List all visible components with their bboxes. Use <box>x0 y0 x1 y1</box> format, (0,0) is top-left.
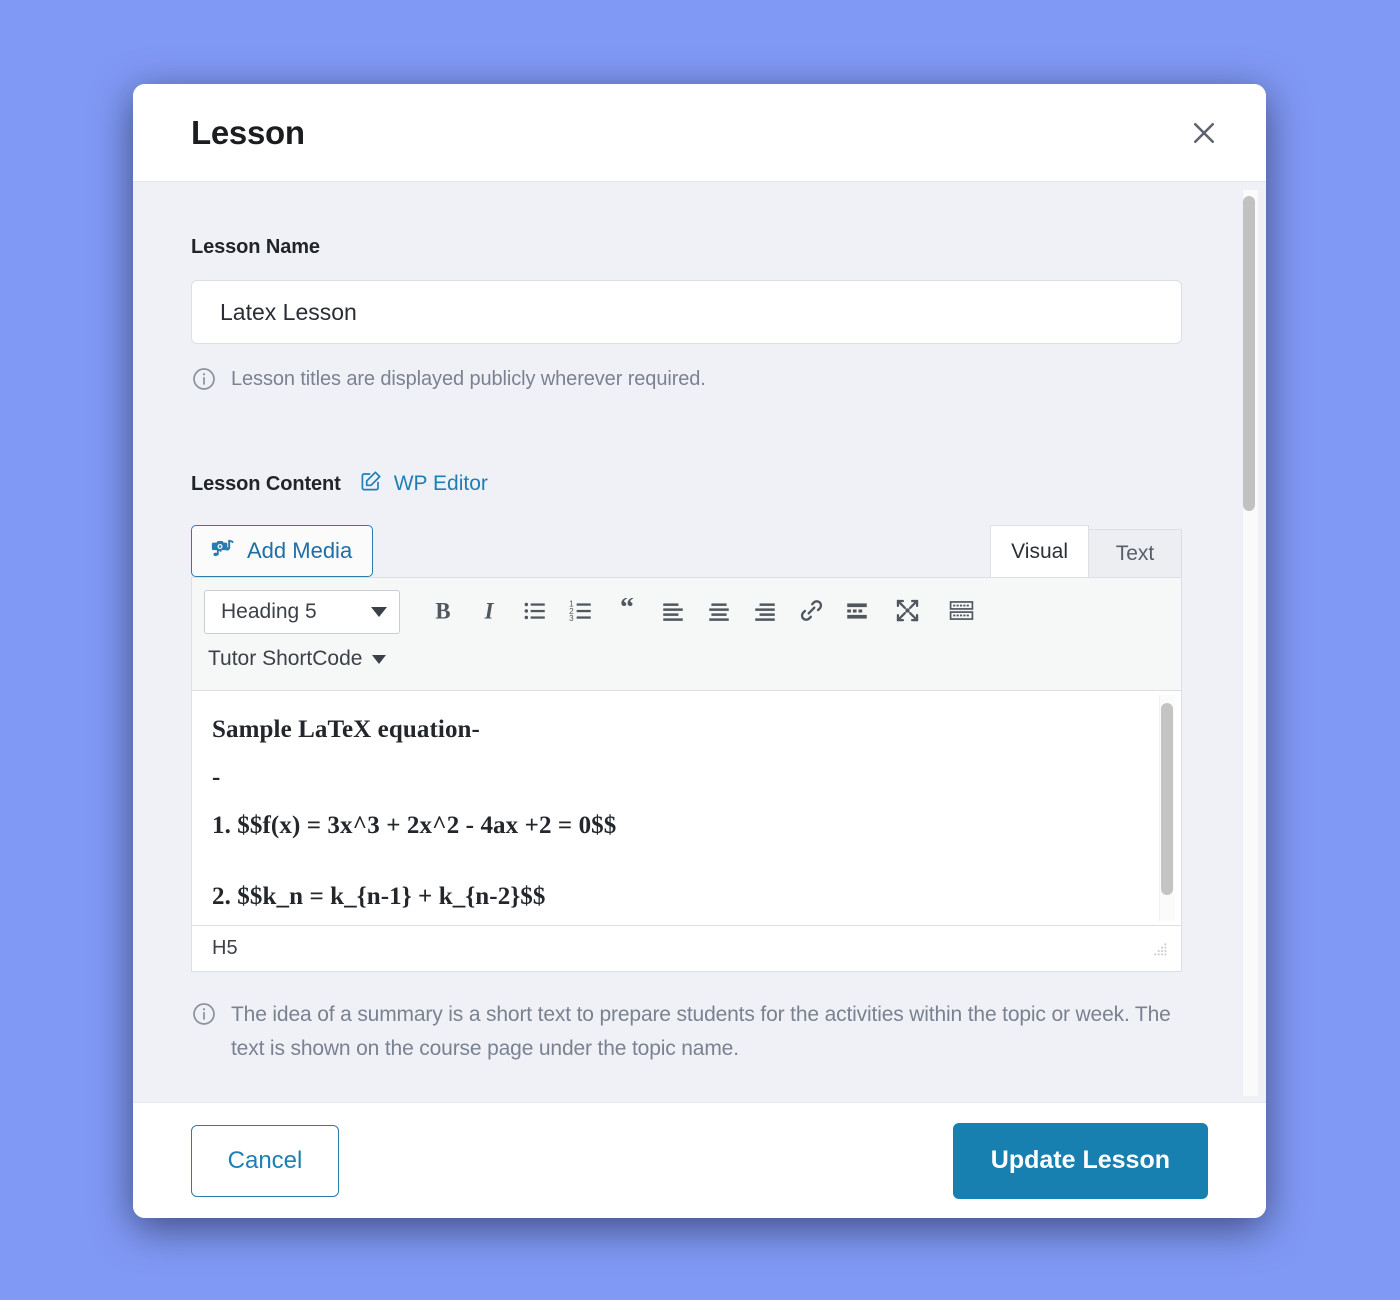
info-circle-icon <box>191 366 217 397</box>
numbered-list-icon: 1 2 3 <box>568 598 594 627</box>
close-icon <box>1189 118 1219 148</box>
numbered-list-button[interactable]: 1 2 3 <box>558 590 604 634</box>
tutor-shortcode-label: Tutor ShortCode <box>208 647 363 670</box>
editor-content-area[interactable]: Sample LaTeX equation- - 1. $$f(x) = 3x^… <box>191 691 1182 926</box>
bulleted-list-icon <box>522 598 548 627</box>
blockquote-icon: “ <box>614 592 640 627</box>
editor-topbar: Add Media Visual Text <box>191 521 1182 577</box>
chevron-down-icon <box>371 607 387 617</box>
italic-button[interactable]: I <box>466 590 512 634</box>
page-title: Lesson <box>191 113 305 151</box>
lesson-name-input[interactable] <box>191 280 1182 344</box>
read-more-button[interactable] <box>834 590 880 634</box>
editor-toolbar: Heading 5 B I 1 2 3 “ Tutor ShortCode <box>191 577 1182 691</box>
wp-editor-container: Add Media Visual Text Heading 5 B I 1 2 … <box>191 521 1182 972</box>
toolbar-toggle-icon <box>948 597 975 627</box>
link-button[interactable] <box>788 590 834 634</box>
editor-toolbar-row-1: Heading 5 B I 1 2 3 “ <box>204 588 1169 636</box>
align-left-button[interactable] <box>650 590 696 634</box>
link-icon <box>798 597 825 627</box>
wp-editor-label: WP Editor <box>393 472 488 495</box>
summary-helper-text: The idea of a summary is a short text to… <box>231 1003 1171 1061</box>
chevron-down-icon <box>372 654 387 664</box>
lesson-content-header: Lesson Content WP Editor <box>191 469 1208 499</box>
lesson-name-label: Lesson Name <box>191 236 320 258</box>
cancel-button[interactable]: Cancel <box>191 1124 339 1197</box>
add-media-button[interactable]: Add Media <box>191 525 374 577</box>
editor-status-bar: H5 <box>191 926 1182 972</box>
align-right-button[interactable] <box>742 590 788 634</box>
lesson-name-helper-text: Lesson titles are displayed publicly whe… <box>231 368 706 390</box>
bulleted-list-button[interactable] <box>512 590 558 634</box>
tab-visual[interactable]: Visual <box>990 525 1089 577</box>
editor-element-path: H5 <box>212 937 238 959</box>
update-lesson-button[interactable]: Update Lesson <box>952 1122 1208 1199</box>
lesson-name-helper: Lesson titles are displayed publicly whe… <box>191 364 1208 397</box>
format-select[interactable]: Heading 5 <box>204 590 400 634</box>
fullscreen-icon <box>894 597 921 627</box>
svg-text:I: I <box>484 598 495 623</box>
modal-footer: Cancel Update Lesson <box>133 1102 1266 1218</box>
svg-text:3: 3 <box>569 613 574 622</box>
align-left-icon <box>660 598 686 627</box>
add-media-label: Add Media <box>247 538 353 563</box>
svg-text:B: B <box>435 598 450 623</box>
editor-line: - <box>212 764 221 791</box>
resize-grip-icon[interactable] <box>1151 940 1169 958</box>
lesson-content-label: Lesson Content <box>191 472 341 495</box>
format-select-value: Heading 5 <box>221 600 317 623</box>
wp-editor-link[interactable]: WP Editor <box>359 469 488 499</box>
align-right-icon <box>752 598 778 627</box>
modal-scrollbar-thumb[interactable] <box>1243 196 1255 511</box>
bold-icon: B <box>430 598 456 627</box>
tutor-shortcode-dropdown[interactable]: Tutor ShortCode <box>204 636 1169 682</box>
close-button[interactable] <box>1184 113 1224 153</box>
bold-button[interactable]: B <box>420 590 466 634</box>
blockquote-button[interactable]: “ <box>604 590 650 634</box>
fullscreen-button[interactable] <box>880 590 934 634</box>
edit-square-icon <box>359 469 383 499</box>
modal-body: Lesson Name Lesson titles are displayed … <box>133 182 1266 1102</box>
toolbar-toggle-button[interactable] <box>934 590 988 634</box>
editor-mode-tabs: Visual Text <box>990 525 1182 577</box>
editor-scrollbar-thumb[interactable] <box>1161 703 1173 895</box>
editor-line: 1. $$f(x) = 3x^3 + 2x^2 - 4ax +2 = 0$$ <box>212 812 617 839</box>
lesson-modal: Lesson Lesson Name Lesso <box>133 84 1266 1218</box>
summary-helper: The idea of a summary is a short text to… <box>191 998 1182 1066</box>
svg-text:“: “ <box>620 598 634 623</box>
align-center-icon <box>706 598 732 627</box>
read-more-icon <box>844 598 870 627</box>
align-center-button[interactable] <box>696 590 742 634</box>
modal-header: Lesson <box>133 84 1266 182</box>
editor-line: Sample LaTeX equation- <box>212 716 480 743</box>
media-camera-note-icon <box>210 536 235 567</box>
editor-line: 2. $$k_n = k_{n-1} + k_{n-2}$$ <box>212 883 546 910</box>
italic-icon: I <box>476 598 502 627</box>
tab-text[interactable]: Text <box>1088 529 1182 577</box>
info-circle-icon <box>191 1001 217 1032</box>
